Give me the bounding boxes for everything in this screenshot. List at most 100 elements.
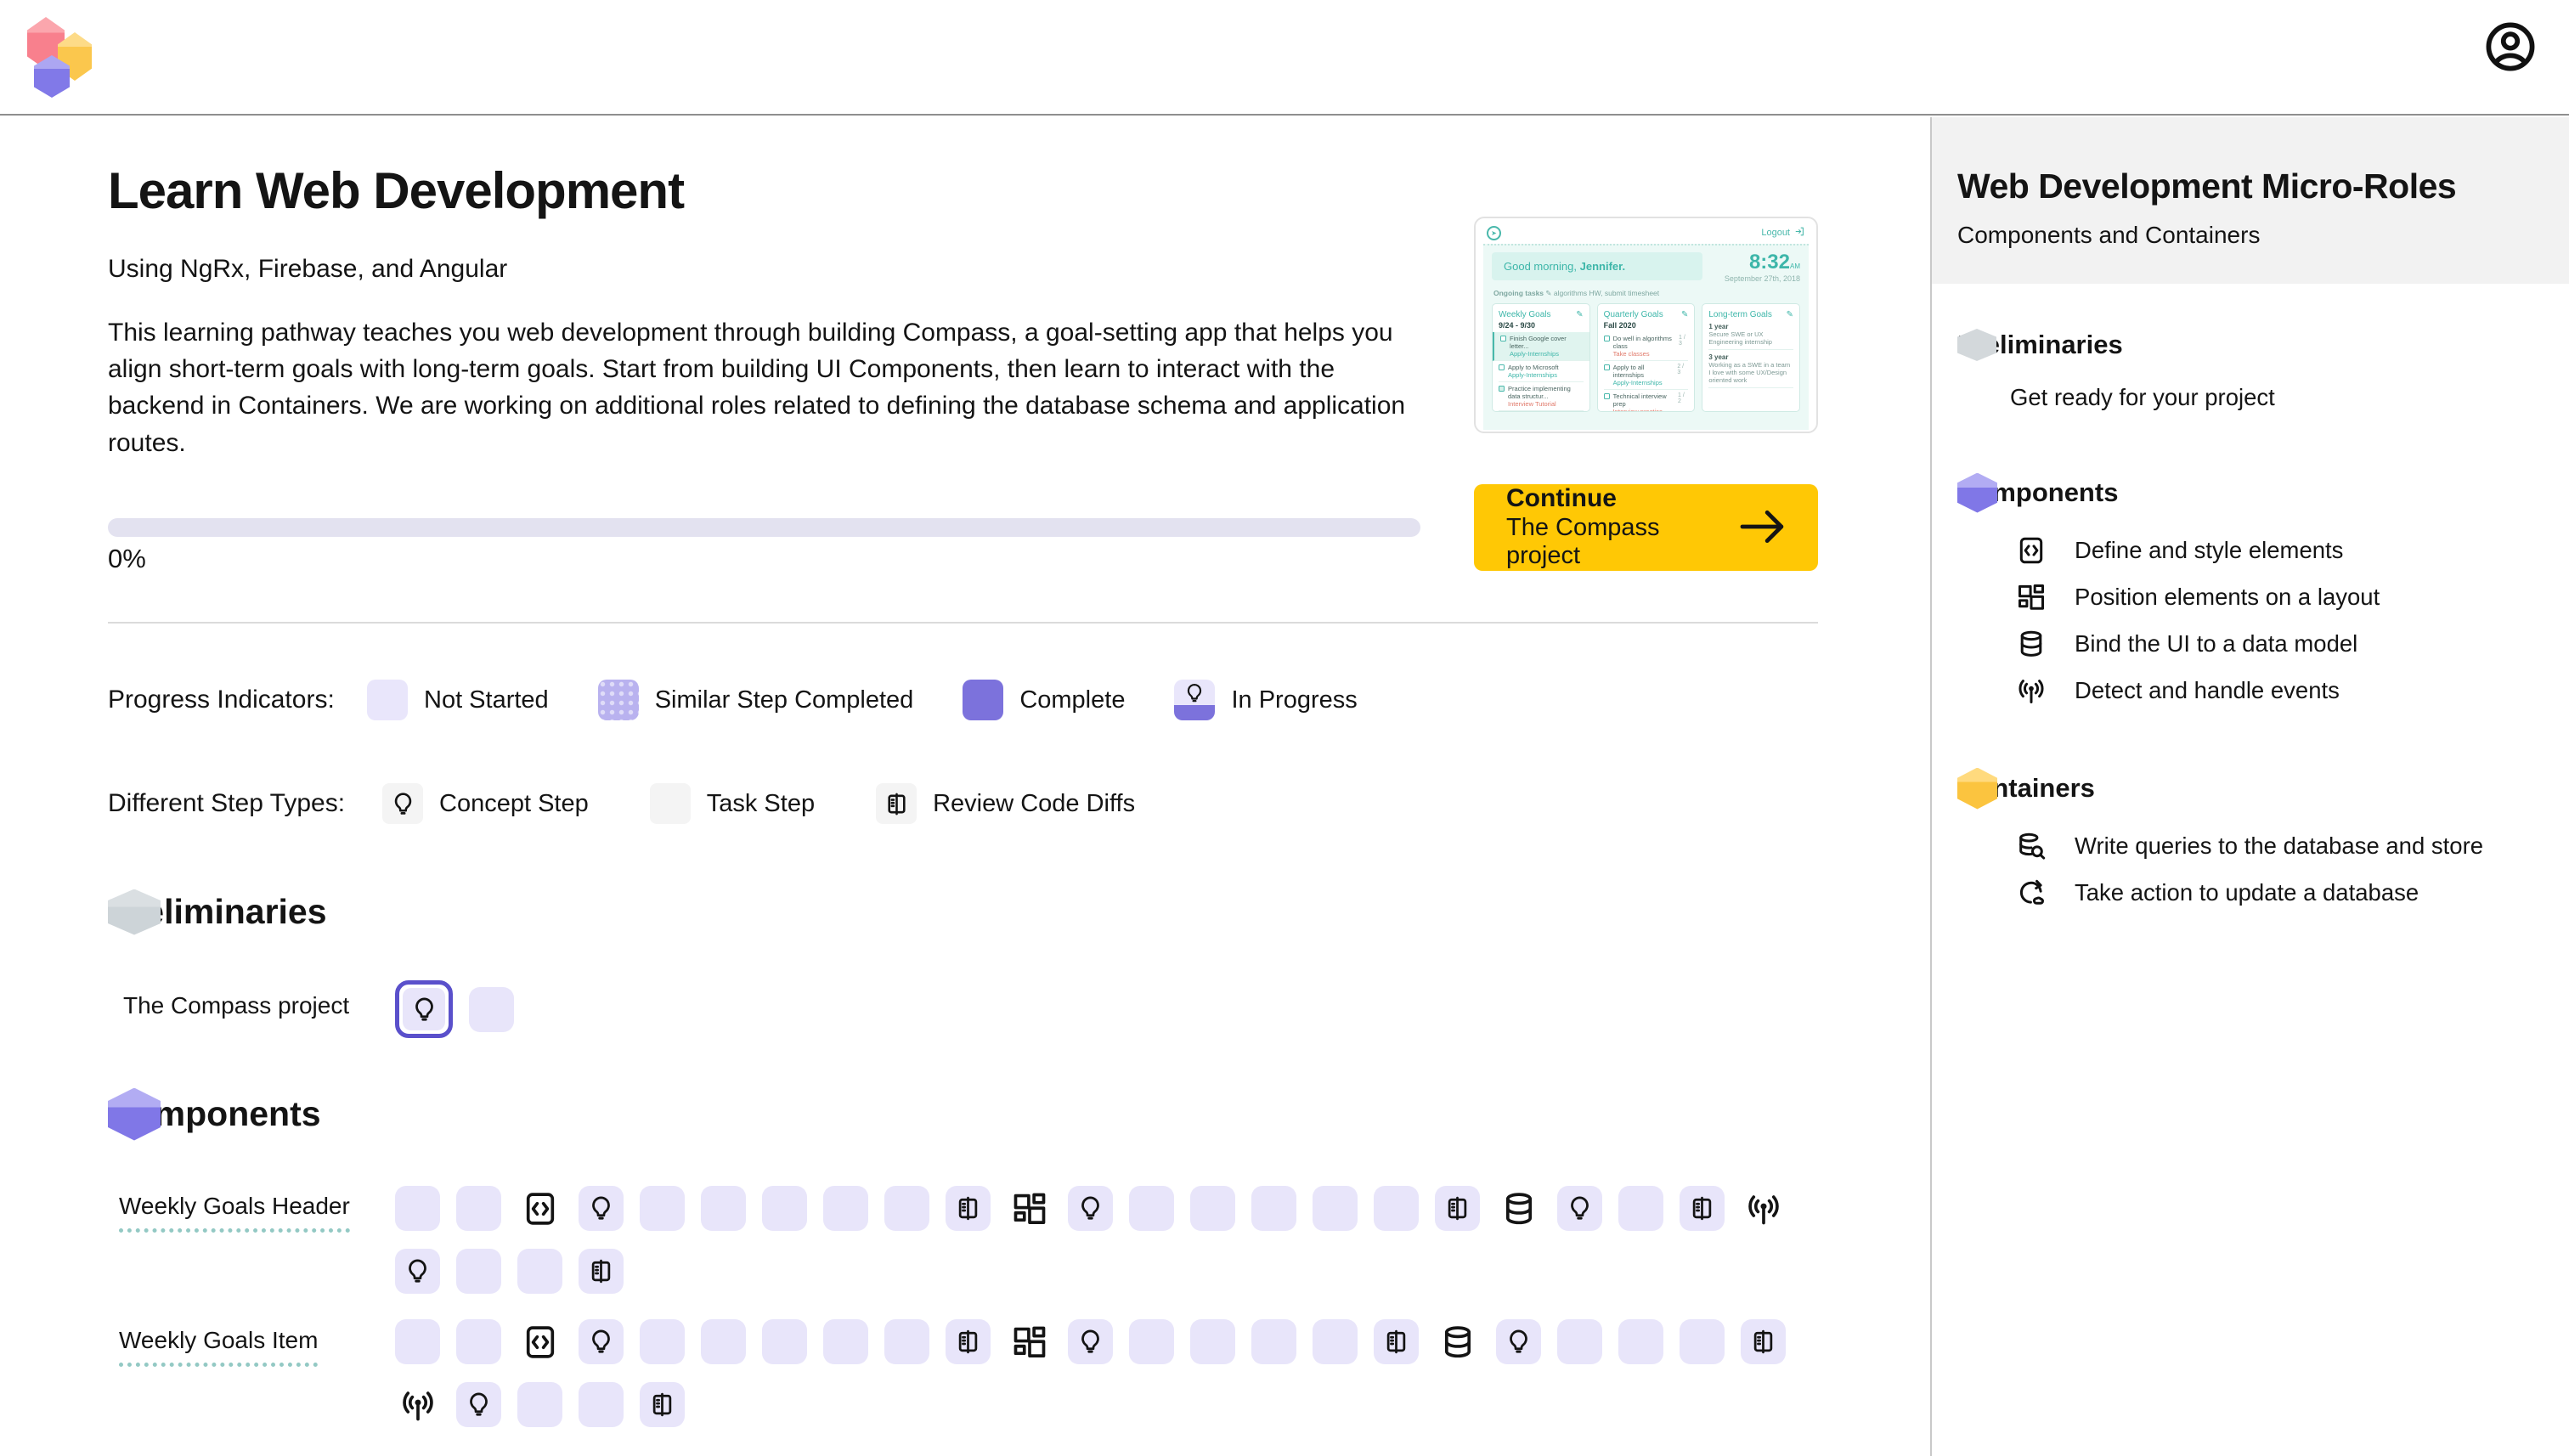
role-marker-code-icon bbox=[517, 1186, 562, 1231]
role-marker-layout-icon bbox=[1007, 1319, 1052, 1364]
step-task[interactable] bbox=[1251, 1186, 1296, 1231]
step-concept[interactable] bbox=[579, 1319, 624, 1364]
progress-indicators-label: Progress Indicators: bbox=[108, 686, 367, 714]
step-diff[interactable] bbox=[1680, 1186, 1725, 1231]
sidebar-group-containers: Containers Write queries to the database… bbox=[1957, 773, 2555, 916]
sidebar-item-label: Define and style elements bbox=[2075, 537, 2343, 564]
step-task[interactable] bbox=[1618, 1186, 1663, 1231]
step-diff[interactable] bbox=[1374, 1319, 1419, 1364]
step-row bbox=[395, 1249, 1786, 1294]
step-task[interactable] bbox=[1313, 1319, 1358, 1364]
logout-icon bbox=[1794, 226, 1805, 240]
row-label-compass-project: The Compass project bbox=[123, 992, 349, 1019]
step-concept[interactable] bbox=[456, 1382, 501, 1427]
step-task[interactable] bbox=[395, 1186, 440, 1231]
preview-card-weekly-goals: Weekly Goals✎9/24 - 9/30Finish Google co… bbox=[1492, 303, 1590, 412]
step-task[interactable] bbox=[395, 1319, 440, 1364]
legend-label: Task Step bbox=[707, 790, 815, 818]
step-diff[interactable] bbox=[579, 1249, 624, 1294]
step-task[interactable] bbox=[884, 1186, 929, 1231]
row-label-weekly-goals-item[interactable]: Weekly Goals Item bbox=[119, 1327, 318, 1367]
preview-compass-logo-icon: ➤ bbox=[1487, 226, 1501, 240]
steps-compass-project bbox=[395, 980, 514, 1056]
steps-weekly-goals-item bbox=[395, 1319, 1786, 1445]
preview-ongoing-tasks: Ongoing tasks ✎ algorithms HW, submit ti… bbox=[1493, 289, 1798, 298]
preview-goal-cards: Weekly Goals✎9/24 - 9/30Finish Google co… bbox=[1492, 303, 1800, 412]
step-task[interactable] bbox=[701, 1186, 746, 1231]
legend-label: In Progress bbox=[1231, 686, 1357, 714]
step-task[interactable] bbox=[456, 1186, 501, 1231]
step-diff[interactable] bbox=[1741, 1319, 1786, 1364]
database-icon bbox=[2016, 629, 2047, 659]
db-action-icon bbox=[2016, 878, 2047, 908]
broadcast-icon bbox=[2016, 675, 2047, 706]
legend-label: Review Code Diffs bbox=[933, 790, 1135, 818]
sidebar-header: Web Development Micro-Roles Components a… bbox=[1932, 117, 2569, 284]
step-task[interactable] bbox=[640, 1319, 685, 1364]
step-task[interactable] bbox=[1374, 1186, 1419, 1231]
legend-item-similar: Similar Step Completed bbox=[598, 680, 914, 720]
step-task[interactable] bbox=[884, 1319, 929, 1364]
step-diff[interactable] bbox=[946, 1186, 991, 1231]
step-task[interactable] bbox=[1557, 1319, 1602, 1364]
step-task[interactable] bbox=[1129, 1319, 1174, 1364]
progress-bar bbox=[108, 518, 1420, 537]
step-task[interactable] bbox=[1618, 1319, 1663, 1364]
legend-swatch-in-progress bbox=[1174, 680, 1215, 720]
step-concept[interactable] bbox=[403, 988, 445, 1030]
role-marker-layout-icon bbox=[1007, 1186, 1052, 1231]
app-logo[interactable] bbox=[25, 12, 97, 100]
micro-roles-sidebar: Web Development Micro-Roles Components a… bbox=[1930, 117, 2569, 1456]
step-task[interactable] bbox=[823, 1319, 868, 1364]
course-main: Learn Web Development Using NgRx, Fireba… bbox=[0, 117, 1930, 1456]
step-task[interactable] bbox=[1313, 1186, 1358, 1231]
step-task[interactable] bbox=[517, 1382, 562, 1427]
step-diff[interactable] bbox=[640, 1382, 685, 1427]
sidebar-item-get-ready-for-your-project: Get ready for your project bbox=[2010, 379, 2555, 416]
step-task[interactable] bbox=[762, 1319, 807, 1364]
step-task[interactable] bbox=[823, 1186, 868, 1231]
sidebar-item-label: Take action to update a database bbox=[2075, 879, 2419, 906]
preview-greeting: Good morning, Jennifer. bbox=[1492, 252, 1702, 280]
step-concept[interactable] bbox=[1068, 1186, 1113, 1231]
legend-item-in-progress: In Progress bbox=[1174, 680, 1357, 720]
step-row bbox=[395, 1382, 1786, 1427]
step-task[interactable] bbox=[1190, 1186, 1235, 1231]
legend-label: Concept Step bbox=[439, 790, 589, 818]
preview-card-quarterly-goals: Quarterly Goals✎Fall 2020Do well in algo… bbox=[1597, 303, 1696, 412]
sidebar-item-bind-the-ui-to-a-data-model: Bind the UI to a data model bbox=[2016, 620, 2555, 667]
step-concept[interactable] bbox=[395, 1249, 440, 1294]
legend-swatch-similar bbox=[598, 680, 639, 720]
step-diff[interactable] bbox=[946, 1319, 991, 1364]
step-task[interactable] bbox=[1680, 1319, 1725, 1364]
user-menu-button[interactable] bbox=[2482, 19, 2538, 75]
sidebar-group-components: Components Define and style elementsPosi… bbox=[1957, 477, 2555, 714]
continue-button[interactable]: Continue The Compass project bbox=[1474, 484, 1818, 571]
legend-swatch-not-started bbox=[367, 680, 408, 720]
role-marker-code-icon bbox=[517, 1319, 562, 1364]
step-diff[interactable] bbox=[1435, 1186, 1480, 1231]
step-task[interactable] bbox=[701, 1319, 746, 1364]
step-task[interactable] bbox=[456, 1319, 501, 1364]
step-concept[interactable] bbox=[1557, 1186, 1602, 1231]
progress-indicators-legend: Progress Indicators: Not StartedSimilar … bbox=[108, 680, 1358, 720]
step-task[interactable] bbox=[579, 1382, 624, 1427]
sidebar-item-label: Position elements on a layout bbox=[2075, 584, 2380, 611]
step-concept[interactable] bbox=[1496, 1319, 1541, 1364]
step-task[interactable] bbox=[762, 1186, 807, 1231]
row-label-weekly-goals-header[interactable]: Weekly Goals Header bbox=[119, 1193, 350, 1233]
step-concept[interactable] bbox=[1068, 1319, 1113, 1364]
step-task[interactable] bbox=[469, 987, 514, 1032]
step-task[interactable] bbox=[1190, 1319, 1235, 1364]
step-task[interactable] bbox=[640, 1186, 685, 1231]
sidebar-item-label: Detect and handle events bbox=[2075, 677, 2340, 704]
step-task[interactable] bbox=[456, 1249, 501, 1294]
step-task[interactable] bbox=[1129, 1186, 1174, 1231]
role-marker-broadcast-icon bbox=[395, 1382, 440, 1427]
role-marker-database-icon bbox=[1496, 1186, 1541, 1231]
active-step-ring[interactable] bbox=[395, 980, 453, 1038]
step-concept[interactable] bbox=[579, 1186, 624, 1231]
step-task[interactable] bbox=[517, 1249, 562, 1294]
bulb-icon bbox=[382, 783, 423, 824]
step-task[interactable] bbox=[1251, 1319, 1296, 1364]
